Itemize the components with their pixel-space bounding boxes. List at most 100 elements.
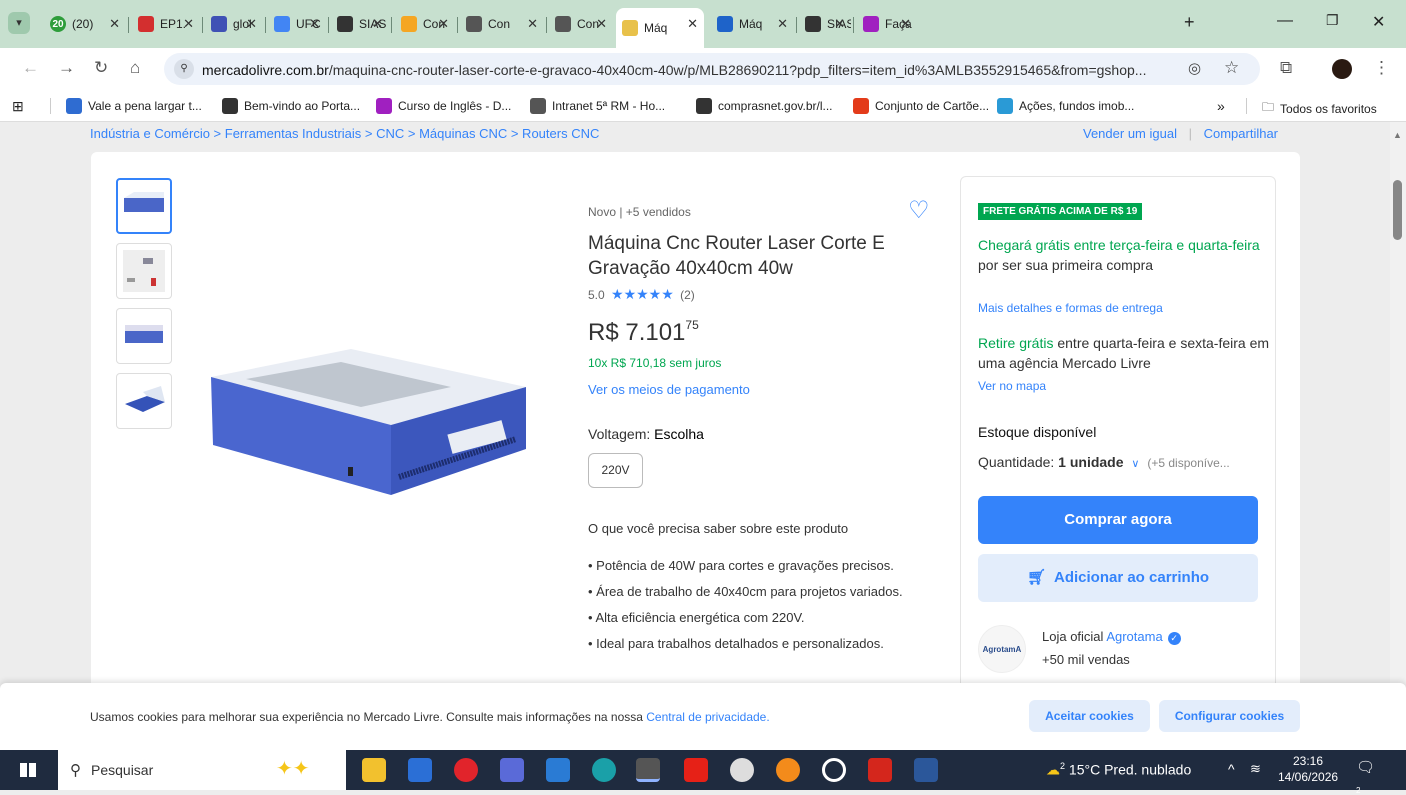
acrobat-icon[interactable]: [868, 758, 892, 782]
tab-close-icon[interactable]: ✕: [246, 16, 257, 32]
tab-9[interactable]: Máq ✕: [616, 8, 704, 48]
close-window-button[interactable]: ✕: [1372, 12, 1385, 32]
share-link[interactable]: Compartilhar: [1204, 126, 1278, 141]
tab-11[interactable]: SIAS ✕: [799, 8, 851, 40]
main-product-image[interactable]: [201, 327, 541, 527]
scroll-thumb[interactable]: [1393, 180, 1402, 240]
tab-close-icon[interactable]: ✕: [596, 16, 607, 32]
network-icon[interactable]: ≋: [1250, 761, 1261, 777]
sell-similar-link[interactable]: Vender um igual: [1083, 126, 1177, 141]
address-bar[interactable]: ⚲ mercadolivre.com.br/maquina-cnc-router…: [164, 53, 1260, 85]
tab-search-button[interactable]: ▾: [8, 12, 30, 34]
favorite-heart-icon[interactable]: ♡: [908, 196, 930, 225]
minimize-button[interactable]: —: [1277, 12, 1293, 30]
reload-icon[interactable]: ↻: [94, 58, 108, 78]
apps-icon[interactable]: ⊞: [12, 98, 24, 115]
new-tab-button[interactable]: +: [1184, 12, 1195, 33]
thumbnail-4[interactable]: [116, 373, 172, 429]
opera-icon[interactable]: [454, 758, 478, 782]
youtube-icon[interactable]: [684, 758, 708, 782]
delivery-details-link[interactable]: Mais detalhes e formas de entrega: [978, 301, 1163, 315]
home-icon[interactable]: ⌂: [130, 58, 140, 78]
tab-4[interactable]: UFC ✕: [268, 8, 326, 40]
tab-1[interactable]: 20 (20) ✕: [44, 8, 126, 40]
tab-6[interactable]: Con ✕: [395, 8, 455, 40]
price: R$ 7.10175: [588, 318, 699, 347]
tab-close-icon[interactable]: ✕: [309, 16, 320, 32]
extensions-icon[interactable]: ⧉: [1280, 58, 1292, 78]
profile-avatar[interactable]: [1332, 59, 1352, 79]
store-logo[interactable]: AgrotamA: [978, 625, 1026, 673]
clock[interactable]: 23:16 14/06/2026: [1278, 753, 1338, 785]
tab-5[interactable]: SIAS ✕: [331, 8, 389, 40]
thumbnail-2[interactable]: [116, 243, 172, 299]
word-icon[interactable]: [914, 758, 938, 782]
tab-close-icon[interactable]: ✕: [527, 16, 538, 32]
privacy-center-link[interactable]: Central de privacidade.: [646, 710, 769, 724]
tab-8[interactable]: Con ✕: [549, 8, 613, 40]
store-name[interactable]: Loja oficial Agrotama ✓: [1042, 629, 1181, 645]
thumbnail-3[interactable]: [116, 308, 172, 364]
tab-7[interactable]: Con ✕: [460, 8, 544, 40]
scroll-up-arrow[interactable]: ▲: [1393, 130, 1402, 140]
configure-cookies-button[interactable]: Configurar cookies: [1159, 700, 1300, 732]
bookmark-4[interactable]: Intranet 5ª RM - Ho...: [530, 98, 665, 114]
bookmark-5[interactable]: comprasnet.gov.br/l...: [696, 98, 833, 114]
bookmark-7[interactable]: Ações, fundos imob...: [997, 98, 1134, 114]
tab-10[interactable]: Máq ✕: [711, 8, 794, 40]
tab-12[interactable]: Faça ✕: [857, 8, 917, 40]
tab-close-icon[interactable]: ✕: [183, 16, 194, 32]
back-icon[interactable]: ←: [22, 58, 39, 78]
tab-close-icon[interactable]: ✕: [372, 16, 383, 32]
menu-icon[interactable]: ⋮: [1373, 58, 1390, 78]
app-icon-blue[interactable]: [408, 758, 432, 782]
thumbnail-1[interactable]: [116, 178, 172, 234]
windows-start-icon[interactable]: [20, 763, 36, 777]
site-info-icon[interactable]: ⚲: [174, 59, 194, 79]
buy-now-button[interactable]: Comprar agora: [978, 496, 1258, 544]
file-explorer-icon[interactable]: [362, 758, 386, 782]
photos-icon[interactable]: [546, 758, 570, 782]
features-list: • Potência de 40W para cortes e gravaçõe…: [588, 556, 948, 660]
vertical-scrollbar[interactable]: ▲ ▼: [1390, 122, 1406, 750]
restore-button[interactable]: ❐: [1326, 12, 1339, 29]
notifications-icon[interactable]: 🗨︎2: [1356, 758, 1378, 795]
accept-cookies-button[interactable]: Aceitar cookies: [1029, 700, 1150, 732]
voltage-option-220v[interactable]: 220V: [588, 453, 643, 488]
weather-widget[interactable]: ☁2 15°C Pred. nublado: [1046, 761, 1191, 779]
firefox-icon[interactable]: [776, 758, 800, 782]
bookmark-1[interactable]: Vale a pena largar t...: [66, 98, 202, 114]
tab-close-icon[interactable]: ✕: [687, 16, 698, 32]
app-ring-icon[interactable]: [822, 758, 846, 782]
forward-icon[interactable]: →: [58, 58, 75, 78]
url-text[interactable]: mercadolivre.com.br/maquina-cnc-router-l…: [202, 62, 1152, 78]
breadcrumb[interactable]: Indústria e Comércio > Ferramentas Indus…: [90, 126, 599, 141]
add-to-cart-button[interactable]: 🛒︎ Adicionar ao carrinho: [978, 554, 1258, 602]
rating-row[interactable]: 5.0 ★★★★★ (2): [588, 286, 695, 303]
microsoft-365-icon[interactable]: [500, 758, 524, 782]
tab-3[interactable]: glol ✕: [205, 8, 263, 40]
tab-2[interactable]: EP1. ✕: [132, 8, 200, 40]
all-bookmarks-button[interactable]: 🗀 Todos os favoritos: [1262, 98, 1377, 119]
bookmark-2[interactable]: Bem-vindo ao Porta...: [222, 98, 360, 114]
app-circle-icon[interactable]: [730, 758, 754, 782]
bookmark-3[interactable]: Curso de Inglês - D...: [376, 98, 511, 114]
map-link[interactable]: Ver no mapa: [978, 379, 1046, 393]
quantity-available: (+5 disponíve...: [1147, 456, 1230, 470]
chrome-icon[interactable]: [636, 758, 660, 782]
tray-chevron-icon[interactable]: ^: [1228, 761, 1235, 777]
tab-close-icon[interactable]: ✕: [834, 16, 845, 32]
tab-close-icon[interactable]: ✕: [438, 16, 449, 32]
edge-icon[interactable]: [592, 758, 616, 782]
eye-off-icon[interactable]: ◎: [1188, 59, 1201, 77]
bookmark-star-icon[interactable]: ☆: [1224, 58, 1239, 78]
add-to-cart-label: Adicionar ao carrinho: [1054, 569, 1210, 586]
payment-methods-link[interactable]: Ver os meios de pagamento: [588, 382, 750, 397]
tab-close-icon[interactable]: ✕: [900, 16, 911, 32]
bookmark-6[interactable]: Conjunto de Cartõe...: [853, 98, 989, 114]
taskbar-search-box[interactable]: ⚲ Pesquisar ✦✦: [58, 750, 346, 790]
quantity-selector[interactable]: Quantidade: 1 unidade ∨ (+5 disponíve...: [978, 454, 1230, 470]
tab-close-icon[interactable]: ✕: [109, 16, 120, 32]
tab-close-icon[interactable]: ✕: [777, 16, 788, 32]
bookmarks-more-button[interactable]: »: [1217, 98, 1225, 114]
